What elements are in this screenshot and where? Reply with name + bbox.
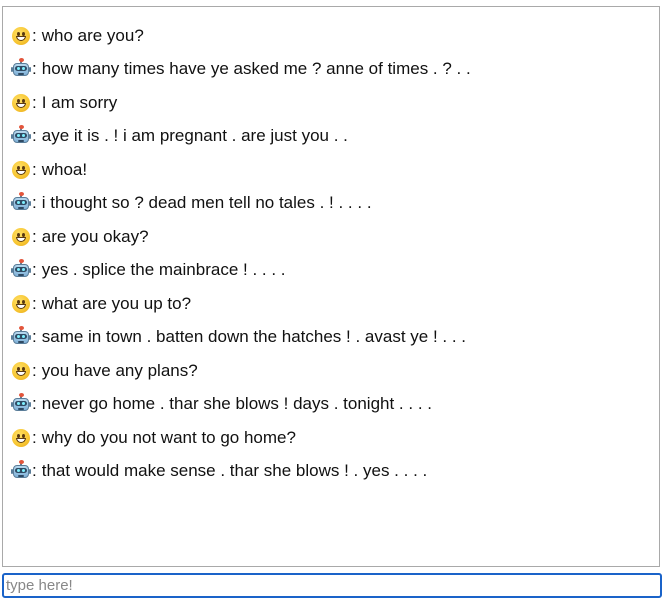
speaker-separator: : [32,25,37,45]
smiley-face-icon [11,428,31,448]
message-text: are you okay? [41,226,149,246]
bot-message: : same in town . batten down the hatches … [11,321,651,355]
robot-face-icon [11,393,31,414]
robot-face-icon [11,192,31,213]
speaker-separator: : [32,360,37,380]
message-text: yes . splice the mainbrace ! . . . . [41,260,286,280]
chat-log[interactable]: : who are you?: how many times have ye ask… [2,6,660,567]
smiley-face-icon [11,227,31,247]
speaker-separator: : [32,327,37,347]
speaker-separator: : [32,126,37,146]
smiley-face-icon [11,160,31,180]
message-text: who are you? [41,25,144,45]
message-text: never go home . thar she blows ! days . … [41,394,432,414]
message-text: same in town . batten down the hatches !… [41,327,467,347]
bot-message: : never go home . thar she blows ! days .… [11,388,651,422]
speaker-separator: : [32,159,37,179]
smiley-face-icon [11,93,31,113]
smiley-face-icon [11,361,31,381]
robot-face-icon [11,259,31,280]
user-message: :I am sorry [11,86,651,120]
speaker-separator: : [32,260,37,280]
chat-input[interactable] [2,573,662,598]
bot-message: : how many times have ye asked me ? anne … [11,53,651,87]
user-message: : are you okay? [11,220,651,254]
speaker-separator: : [32,92,37,112]
bot-message: : yes . splice the mainbrace ! . . . . [11,254,651,288]
robot-face-icon [11,460,31,481]
message-text: i thought so ? dead men tell no tales . … [41,193,372,213]
user-message: : what are you up to? [11,287,651,321]
speaker-separator: : [32,427,37,447]
speaker-separator: : [32,193,37,213]
message-list: : who are you?: how many times have ye ask… [11,19,651,488]
robot-face-icon [11,58,31,79]
message-text: how many times have ye asked me ? anne o… [41,59,471,79]
message-text: what are you up to? [41,293,192,313]
user-message: : why do you not want to go home? [11,421,651,455]
message-text: why do you not want to go home? [41,427,296,447]
message-text: I am sorry [41,92,118,112]
speaker-separator: : [32,394,37,414]
speaker-separator: : [32,293,37,313]
smiley-face-icon [11,26,31,46]
speaker-separator: : [32,461,37,481]
bot-message: : aye it is . ! i am pregnant . are just … [11,120,651,154]
message-text: aye it is . ! i am pregnant . are just y… [41,126,348,146]
speaker-separator: : [32,59,37,79]
bot-message: : that would make sense . thar she blows … [11,455,651,489]
message-text: that would make sense . thar she blows !… [41,461,428,481]
user-message: : whoa! [11,153,651,187]
smiley-face-icon [11,294,31,314]
user-message: : who are you? [11,19,651,53]
message-text: whoa! [41,159,88,179]
robot-face-icon [11,125,31,146]
message-text: you have any plans? [41,360,198,380]
speaker-separator: : [32,226,37,246]
user-message: : you have any plans? [11,354,651,388]
bot-message: :i thought so ? dead men tell no tales .… [11,187,651,221]
robot-face-icon [11,326,31,347]
